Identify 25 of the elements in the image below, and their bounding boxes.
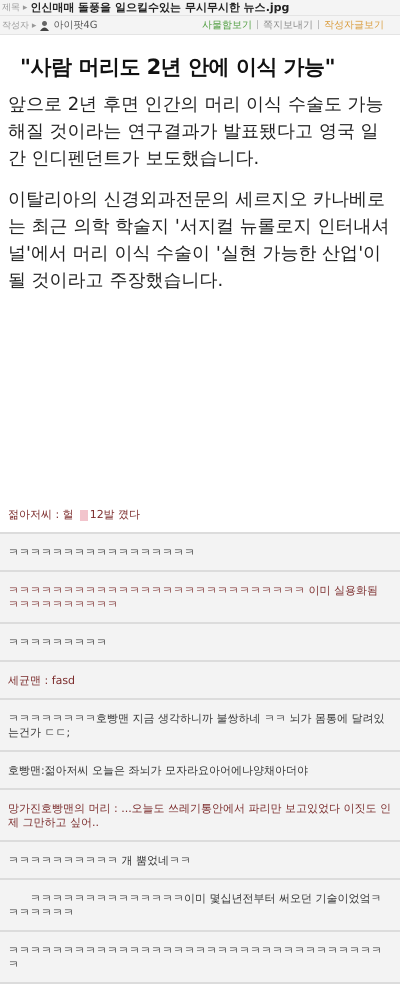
avatar-icon: [39, 20, 50, 31]
comment-text: 12발 꼈다: [90, 508, 140, 522]
post-title: 인신매매 돌풍을 일으킬수있는 무시무시한 뉴스.jpg: [30, 0, 290, 16]
comment-text: ㅋㅋㅋㅋㅋㅋㅋㅋㅋㅋㅋㅋㅋㅋㅋㅋㅋㅋㅋㅋㅋㅋㅋㅋㅋㅋㅋㅋㅋㅋㅋㅋㅋㅋㅋ: [8, 944, 383, 972]
author-name[interactable]: 아이팟4G: [53, 18, 98, 32]
comment-text: 세균맨 : fasd: [8, 674, 76, 688]
link-separator: |: [316, 20, 320, 30]
comment-text: ㅋㅋㅋㅋㅋㅋㅋㅋㅋㅋㅋㅋㅋㅋ이미 몇십년전부터 써오던 기술이었엌ㅋㅋㅋㅋㅋㅋㅋ: [8, 892, 382, 920]
comment-text: 젊아저씨 : 헐: [8, 508, 74, 522]
comment-text: 망가진호빵맨의 머리 : ...오늘도 쓰레기통안에서 파리만 보고있었다 이짓도 인제 그만하고 싶어..: [8, 802, 392, 830]
author-label: 작성자 ▸: [2, 20, 36, 32]
title-label: 제목 ▸: [2, 2, 28, 14]
comment-text: ㅋㅋㅋㅋㅋㅋㅋㅋㅋㅋㅋㅋㅋㅋㅋㅋㅋㅋㅋㅋㅋㅋㅋㅋㅋㅋㅋ 이미 실용화됨 ㅋㅋㅋㅋㅋㅋㅋㅋㅋㅋ: [8, 584, 379, 612]
author-link[interactable]: 사물함보기: [202, 18, 252, 32]
comment-text: ㅋㅋㅋㅋㅋㅋㅋㅋ호빵맨 지금 생각하니까 불쌍하네 ㅋㅋ 뇌가 몸통에 달려있는건가 ㄷㄷ;: [8, 712, 386, 740]
comment-text: ㅋㅋㅋㅋㅋㅋㅋㅋㅋ: [8, 636, 107, 650]
link-separator: |: [256, 20, 259, 30]
article-paragraph: 이탈리아의 신경외과전문의 세르지오 카나베로는 최근 의학 학술지 '서지컬 뉴롤로지 인터내셔널'에서 머리 이식 수술이 '실현 가능한 산업'이 될 것이라고 주장했습니다.: [8, 188, 390, 293]
author-link[interactable]: 작성자글보기: [324, 18, 384, 32]
article-paragraph: 앞으로 2년 후면 인간의 머리 이식 수술도 가능해질 것이라는 연구결과가 발표됐다고 영국 일간 인디펜던트가 보도했습니다.: [8, 92, 385, 171]
author-link[interactable]: 쪽지보내기: [262, 18, 313, 32]
article-headline: "사람 머리도 2년 안에 이식 가능": [19, 54, 336, 81]
comment-text: 호빵맨:젊아저씨 오늘은 좌뇌가 모자라요아어에나양채아더야: [8, 764, 308, 778]
comment-text: ㅋㅋㅋㅋㅋㅋㅋㅋㅋㅋ 개 뿜었네ㅋㅋ: [8, 854, 191, 868]
comment-text: ㅋㅋㅋㅋㅋㅋㅋㅋㅋㅋㅋㅋㅋㅋㅋㅋㅋ: [8, 546, 195, 560]
